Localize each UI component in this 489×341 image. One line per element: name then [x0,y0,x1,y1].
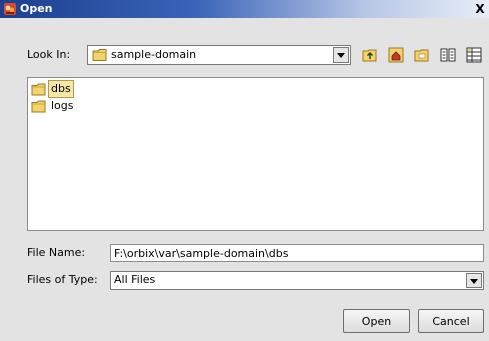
title-bar[interactable]: Open X [0,0,489,18]
file-name: logs [51,99,74,112]
open-dialog: Open X Look In: sample-domain dbs logs F… [0,0,489,341]
files-of-type-value: All Files [114,273,156,286]
details-view-icon [466,47,482,63]
window-title: Open [20,2,53,15]
files-of-type-dropdown-button[interactable] [466,273,482,288]
up-one-level-icon [362,49,377,62]
home-icon [388,47,404,63]
cancel-button[interactable]: Cancel [418,309,484,333]
files-of-type-combo[interactable]: All Files [110,271,484,290]
chevron-down-icon [470,279,478,284]
folder-icon [31,100,47,118]
file-list[interactable]: dbs logs [27,77,484,231]
folder-icon [92,48,108,65]
file-name: dbs [48,80,74,98]
close-button[interactable]: X [473,1,487,17]
folder-icon [31,83,47,101]
look-in-value: sample-domain [111,48,197,61]
list-view-icon [440,48,456,62]
file-name-field[interactable] [110,244,484,262]
look-in-combo[interactable]: sample-domain [87,45,351,65]
new-folder-icon [414,49,429,62]
file-name-input[interactable] [114,245,480,261]
chevron-down-icon [337,53,345,58]
files-of-type-label: Files of Type: [27,273,98,286]
file-name-label: File Name: [27,246,86,259]
up-one-level-button[interactable] [361,46,379,64]
home-button[interactable] [387,46,405,64]
look-in-dropdown-button[interactable] [333,47,349,63]
details-view-button[interactable] [465,46,483,64]
list-view-button[interactable] [439,46,457,64]
open-button[interactable]: Open [343,309,410,333]
app-icon [3,2,17,16]
new-folder-button[interactable] [413,46,431,64]
look-in-label: Look In: [27,48,71,61]
